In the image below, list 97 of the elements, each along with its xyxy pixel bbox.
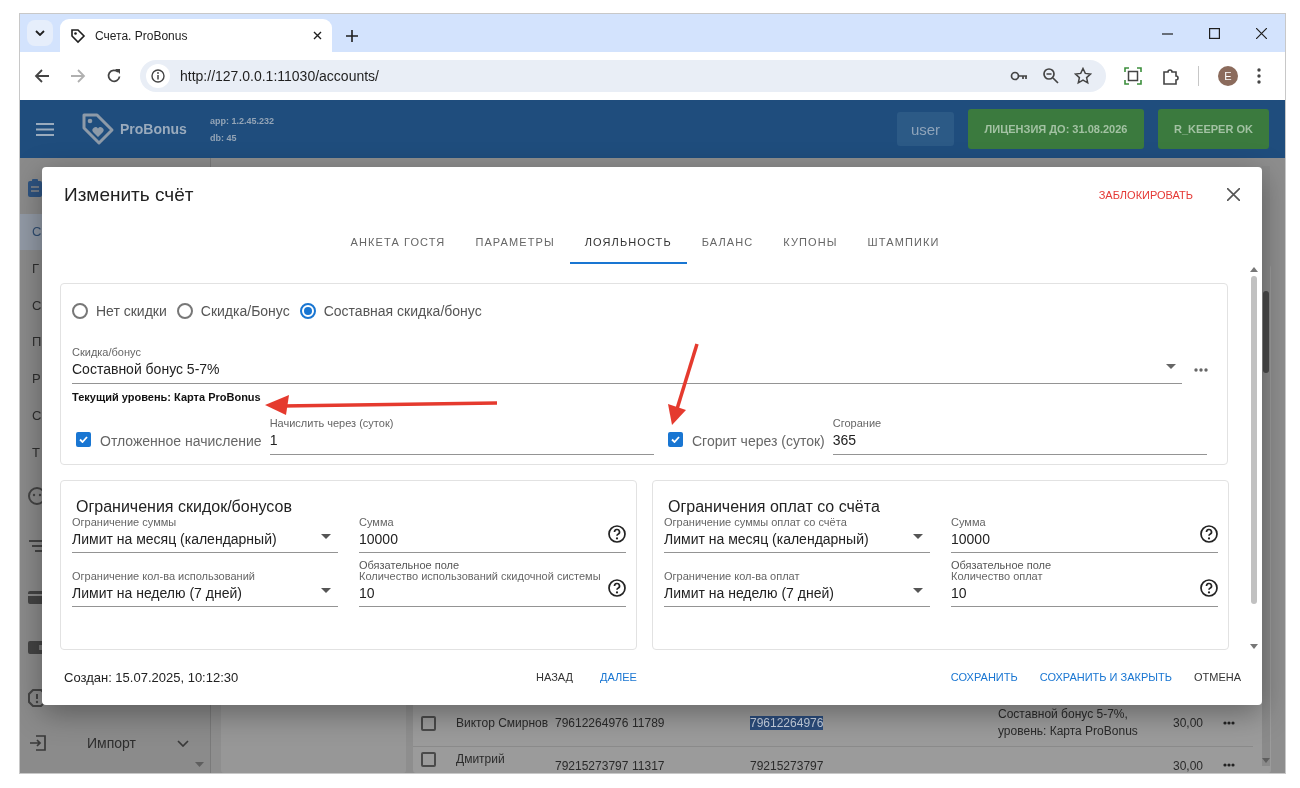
checkbox-label: Отложенное начисление [100,432,262,449]
more-icon[interactable] [1223,763,1235,767]
table-cell-text: 30,00 [1173,759,1205,773]
table-cell-text: Дмитрий [456,752,506,766]
help-icon[interactable] [608,578,626,597]
checkbox-label: Сгорит через (суток) [692,432,825,449]
nav-button[interactable]: ДАЛЕЕ [590,665,646,690]
input-field[interactable]: Начислить через (суток) 1 [269,416,654,455]
action-button[interactable]: ОТМЕНА [1184,665,1250,690]
checkbox[interactable] [668,431,683,447]
select-field[interactable]: Ограничение суммы оплат со счёта Лимит на месяц (календарный) [664,515,930,553]
help-icon[interactable] [608,524,626,543]
tab[interactable]: ШТАМПИКИ [852,222,955,264]
info-icon[interactable] [151,69,165,83]
tab[interactable]: БАЛАНС [686,222,769,264]
input-field[interactable]: Сумма 10000 [951,515,1218,553]
tag-icon [70,27,86,44]
caret-down-icon [1166,363,1176,369]
nav-button[interactable]: НАЗАД [527,665,582,690]
close-icon[interactable] [1256,27,1267,39]
caret-down-icon [321,533,331,539]
address-bar[interactable]: http://127.0.0.1:11030/accounts/ [140,60,1106,92]
block-link[interactable]: ЗАБЛОКИРОВАТЬ [1098,184,1193,205]
dialog-title: Изменить счёт [64,183,195,206]
maximize-icon[interactable] [1209,27,1220,39]
table-cell-text: Виктор Смирнов [456,716,550,730]
back-icon[interactable] [34,68,50,84]
table-cell-text: 11789 [632,716,666,730]
chevron-down-icon [35,30,45,36]
row-checkbox[interactable] [421,752,436,767]
radio-button[interactable] [72,302,88,319]
tab[interactable]: ПАРАМЕТРЫ [460,222,570,264]
table-cell-text: 79612264976 [555,716,630,730]
input-field[interactable]: Сгорание 365 [832,416,1207,455]
card-title: Ограничения оплат со счёта [668,497,881,516]
input-field[interactable]: Количество оплат 10 [951,569,1218,607]
avatar[interactable]: E [1218,66,1238,86]
zoom-icon[interactable] [1042,67,1060,85]
input-field[interactable]: Сумма 10000 [359,515,626,553]
card-title: Ограничения скидок/бонусов [76,497,293,516]
helper-text: Обязательное поле [359,558,461,570]
input-field[interactable]: Количество использований скидочной системы 10 [359,569,626,607]
screenshot-icon[interactable] [1124,67,1142,85]
select-field[interactable]: Ограничение кол-ва использований Лимит на неделю (7 дней) [72,569,338,607]
action-button[interactable]: СОХРАНИТЬ И ЗАКРЫТЬ [1030,665,1181,690]
more-icon[interactable] [1194,367,1208,372]
star-icon[interactable] [1074,67,1092,85]
check-icon [79,435,88,443]
tab-list-button[interactable] [27,20,53,46]
tab[interactable]: ЛОЯЛЬНОСТЬ [569,222,687,264]
import-icon [29,735,47,752]
current-level-text: Текущий уровень: Карта ProBonus [72,390,262,403]
app-version: app: 1.2.45.232 [209,115,274,126]
plus-icon[interactable] [346,30,358,42]
table-cell: 79612264976 [750,716,824,730]
close-icon[interactable] [313,31,322,40]
brand-name: ProBonus [120,121,187,137]
tab[interactable]: АНКЕТА ГОСТЯ [335,222,461,264]
table-cell-text: 11317 [632,759,666,773]
check-icon [671,435,680,443]
radio-option[interactable]: Нет скидки [72,299,167,322]
radio-button[interactable] [299,302,316,319]
caret-down-icon [913,533,923,539]
select-field[interactable]: Скидка/бонус Составной бонус 5-7% [72,345,1182,384]
radio-option[interactable]: Составная скидка/бонус [299,299,482,322]
table-cell-text: 79215273797 [750,759,825,773]
reload-icon[interactable] [106,68,122,84]
helper-text: Обязательное поле [951,558,1053,570]
chevron-down-icon [177,739,189,747]
checkbox[interactable] [76,431,91,447]
logo-icon [80,111,116,147]
select-field[interactable]: Ограничение суммы Лимит на месяц (календарный) [72,515,338,553]
help-icon[interactable] [1200,524,1218,543]
tab[interactable]: КУПОНЫ [768,222,853,264]
table-cell-text: 30,00 [1173,716,1205,730]
tab-title: Счета. ProBonus [95,28,189,43]
browser-tab[interactable]: Счета. ProBonus [60,19,332,52]
radio-option[interactable]: Скидка/Бонус [176,299,290,322]
more-icon[interactable] [1223,721,1235,725]
clipboard-icon[interactable] [27,177,43,198]
caret-down-icon [321,587,331,593]
more-icon[interactable] [1257,68,1261,84]
caret-down-icon [913,587,923,593]
url-text: http://127.0.0.1:11030/accounts/ [180,68,380,84]
puzzle-icon[interactable] [1161,67,1179,85]
db-version: db: 45 [209,132,238,143]
radio-button[interactable] [176,302,193,319]
row-checkbox[interactable] [421,715,436,731]
sidebar-item[interactable]: Импорт [20,723,210,763]
action-button[interactable]: СОХРАНИТЬ [941,665,1027,690]
table-cell-text: Составной бонус 5-7%, уровень: Карта ProBonus [998,706,1139,740]
menu-icon[interactable] [36,122,54,136]
table-cell-text: 79215273797 [555,759,630,773]
help-icon[interactable] [1200,578,1218,597]
created-date: Создан: 15.07.2025, 10:12:30 [64,669,240,685]
select-field[interactable]: Ограничение кол-ва оплат Лимит на неделю (7 дней) [664,569,930,607]
close-icon[interactable] [1227,188,1240,202]
